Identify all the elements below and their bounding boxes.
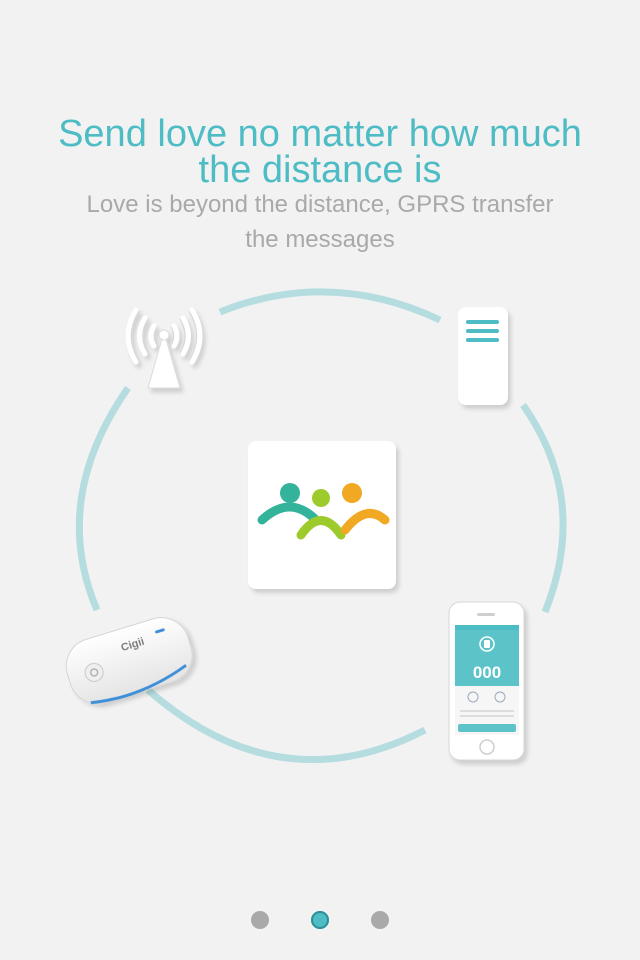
page-dot-1[interactable] [251, 911, 269, 929]
subheadline: Love is beyond the distance, GPRS transf… [0, 187, 640, 257]
page-indicator [0, 910, 640, 930]
phone-counter: 000 [473, 663, 501, 682]
subheadline-line-1: Love is beyond the distance, GPRS transf… [86, 191, 554, 218]
antenna-tower-icon [125, 307, 203, 389]
page-dot-2-active[interactable] [311, 911, 329, 929]
ring-arc-bottom [145, 687, 427, 764]
gps-tracker-device: Cigii [65, 617, 193, 705]
headline: Send love no matter how much the distanc… [0, 115, 640, 191]
headline-line-2: the distance is [198, 149, 442, 191]
server-icon [458, 307, 508, 405]
ring-arc-top [218, 288, 442, 324]
subheadline-line-2: the messages [245, 226, 395, 253]
onboarding-screen: Send love no matter how much the distanc… [0, 0, 640, 960]
ring-arc-right [520, 402, 567, 614]
smartphone: 000 [448, 601, 525, 761]
connection-diagram: Cigii 000 [65, 288, 567, 764]
ring-arc-left [75, 386, 131, 612]
page-dot-3[interactable] [371, 911, 389, 929]
